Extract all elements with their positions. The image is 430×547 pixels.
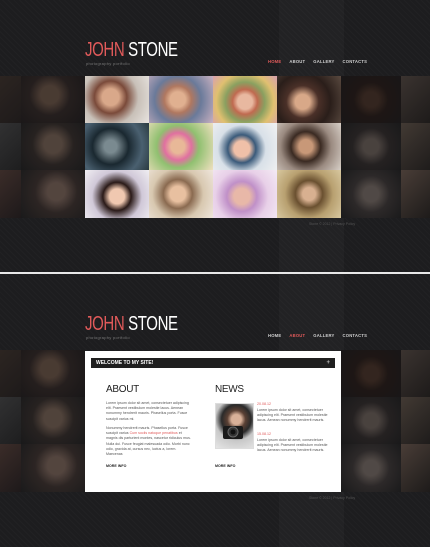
gallery-photo[interactable] [149,170,213,218]
welcome-bar: WELCOME TO MY SITE! + [91,358,335,368]
gallery-photo[interactable] [149,76,213,123]
about-more-info-link[interactable]: MORE INFO [106,464,126,468]
news-more-info-link[interactable]: MORE INFO [215,464,235,468]
about-paragraph-1: Lorem ipsum dolor sit amet, consectetuer… [106,401,189,421]
gallery-photo[interactable] [85,170,149,218]
bg-photo-tile [21,444,85,492]
gallery-photo[interactable] [277,123,341,170]
main-nav: HOME ABOUT GALLERY CONTACTS [268,59,367,64]
news-date-2: 15.08.12 [257,432,271,436]
news-date-1: 20.08.12 [257,402,271,406]
bg-photo-tile [341,170,401,218]
gallery-photo[interactable] [213,76,277,123]
gallery-photo[interactable] [213,170,277,218]
logo-last-name: STONE [128,313,178,335]
expand-icon[interactable]: + [321,358,330,368]
bg-photo-tile [341,397,401,444]
bg-photo-tile [21,76,85,123]
bg-photo-tile [401,350,430,397]
about-inline-link[interactable]: Cum sociis natoque penatibus [130,431,178,435]
bg-photo-tile [0,123,21,170]
copyright-text: Stone © 2012 | Privacy Policy [309,222,356,226]
gallery-photo[interactable] [277,170,341,218]
site-logo[interactable]: JOHN STONE [85,40,178,60]
nav-about[interactable]: ABOUT [289,59,305,64]
bg-photo-tile [401,397,430,444]
nav-about[interactable]: ABOUT [289,333,305,338]
gallery-photo[interactable] [85,123,149,170]
about-paragraph-2: Nonummy hendrerit mauris. Phasellus port… [106,426,192,457]
news-text-2: Lorem ipsum dolor sit amet, consectetuer… [257,438,328,453]
nav-home[interactable]: HOME [268,333,281,338]
bg-photo-tile [341,76,401,123]
bg-photo-tile [21,350,85,397]
bg-photo-tile [341,444,401,492]
gallery-photo[interactable] [277,76,341,123]
gallery-photo[interactable] [149,123,213,170]
site-tagline: photography portfolio [86,61,130,66]
bg-photo-tile [0,444,21,492]
bg-photo-tile [21,123,85,170]
logo-first-name: JOHN [85,39,125,61]
logo-first-name: JOHN [85,313,125,335]
bg-photo-tile [341,350,401,397]
home-panel: JOHN STONE photography portfolio HOME AB… [0,0,430,272]
bg-photo-tile [341,123,401,170]
gallery-photo[interactable] [85,76,149,123]
gallery-strip [0,76,430,218]
news-photo[interactable] [215,403,254,449]
bg-photo-tile [0,350,21,397]
news-text-1: Lorem ipsum dolor sit amet, consectetuer… [257,408,328,423]
bg-photo-tile [0,76,21,123]
bg-photo-tile [21,170,85,218]
bg-photo-tile [401,444,430,492]
site-logo[interactable]: JOHN STONE [85,314,178,334]
bg-photo-tile [0,170,21,218]
main-nav: HOME ABOUT GALLERY CONTACTS [268,333,367,338]
bg-photo-tile [0,397,21,444]
bg-photo-tile [21,397,85,444]
about-heading: ABOUT [106,384,139,395]
welcome-title: WELCOME TO MY SITE! [96,360,154,366]
bg-photo-tile [401,123,430,170]
nav-contacts[interactable]: CONTACTS [343,59,368,64]
gallery-photo[interactable] [213,123,277,170]
logo-last-name: STONE [128,39,178,61]
bg-photo-tile [401,76,430,123]
news-heading: NEWS [215,384,244,395]
nav-gallery[interactable]: GALLERY [313,59,334,64]
nav-contacts[interactable]: CONTACTS [343,333,368,338]
bg-photo-tile [401,170,430,218]
copyright-text: Stone © 2012 | Privacy Policy [309,496,356,500]
content-box: WELCOME TO MY SITE! + ABOUT Lorem ipsum … [85,351,341,492]
site-tagline: photography portfolio [86,335,130,340]
nav-home[interactable]: HOME [268,59,281,64]
camera-icon [223,426,243,439]
nav-gallery[interactable]: GALLERY [313,333,334,338]
